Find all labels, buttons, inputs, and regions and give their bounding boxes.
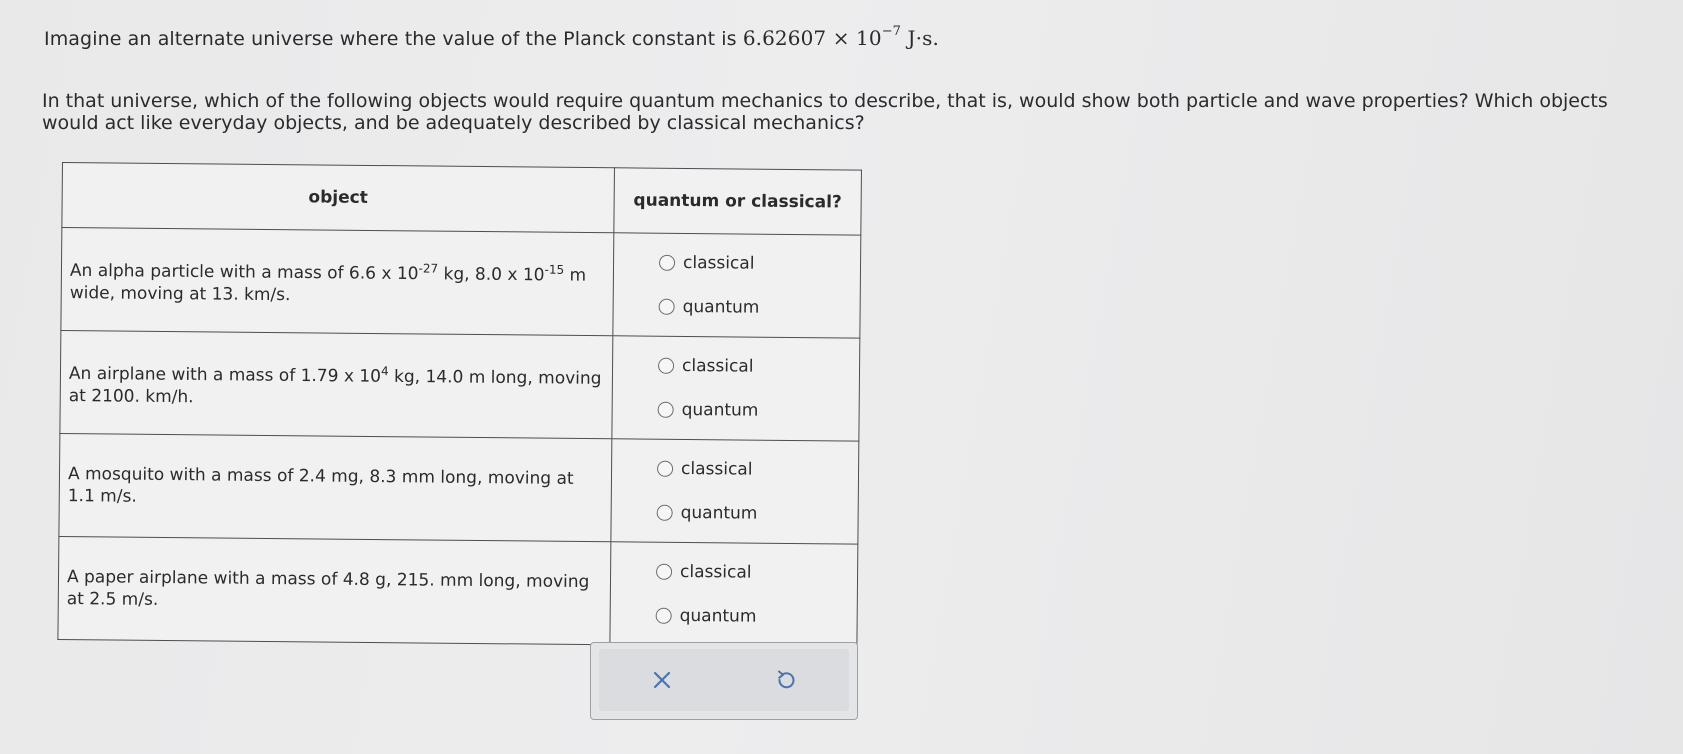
table-row: An airplane with a mass of 1.79 x 104 kg…: [59, 330, 860, 442]
table-row: An alpha particle with a mass of 6.6 x 1…: [60, 227, 861, 339]
undo-icon: [778, 670, 795, 689]
object-description: A paper airplane with a mass of 4.8 g, 2…: [57, 536, 611, 645]
option-classical[interactable]: classical: [656, 558, 856, 588]
option-classical[interactable]: classical: [658, 249, 859, 279]
radio-button-icon[interactable]: [657, 357, 675, 374]
option-quantum[interactable]: quantum: [657, 396, 858, 426]
option-quantum[interactable]: quantum: [656, 499, 857, 529]
question-intro: Imagine an alternate universe where the …: [44, 24, 939, 50]
table-row: A paper airplane with a mass of 4.8 g, 2…: [57, 536, 858, 648]
option-quantum[interactable]: quantum: [658, 293, 859, 323]
radio-button-icon[interactable]: [657, 401, 674, 418]
choice-cell: classical quantum: [611, 335, 860, 442]
undo-button[interactable]: [771, 665, 801, 695]
choice-cell: classical quantum: [612, 232, 861, 339]
object-description: An airplane with a mass of 1.79 x 104 kg…: [59, 330, 613, 439]
planck-constant: 6.62607 × 10−7 J·s.: [742, 24, 939, 50]
answer-toolbar: [590, 642, 858, 720]
radio-button-icon[interactable]: [656, 504, 673, 521]
x-icon: [653, 671, 671, 689]
question-body: In that universe, which of the following…: [42, 90, 1608, 134]
option-quantum[interactable]: quantum: [655, 602, 856, 632]
radio-button-icon[interactable]: [655, 607, 672, 624]
question-intro-text: Imagine an alternate universe where the …: [44, 28, 737, 50]
table-row: A mosquito with a mass of 2.4 mg, 8.3 mm…: [58, 433, 859, 545]
choice-cell: classical quantum: [609, 541, 858, 648]
radio-button-icon[interactable]: [658, 254, 676, 271]
radio-button-icon[interactable]: [658, 298, 675, 315]
option-classical[interactable]: classical: [657, 455, 857, 485]
header-object: object: [61, 162, 615, 233]
option-classical[interactable]: classical: [657, 352, 858, 382]
radio-button-icon[interactable]: [657, 460, 674, 477]
object-description: An alpha particle with a mass of 6.6 x 1…: [60, 227, 614, 336]
header-quantum-or-classical: quantum or classical?: [613, 167, 862, 236]
choice-cell: classical quantum: [610, 438, 859, 545]
answer-table: object quantum or classical? An alpha pa…: [57, 162, 862, 648]
object-description: A mosquito with a mass of 2.4 mg, 8.3 mm…: [58, 433, 612, 542]
answer-toolbar-panel: [599, 649, 849, 711]
clear-button[interactable]: [647, 665, 677, 695]
radio-button-icon[interactable]: [656, 563, 673, 580]
